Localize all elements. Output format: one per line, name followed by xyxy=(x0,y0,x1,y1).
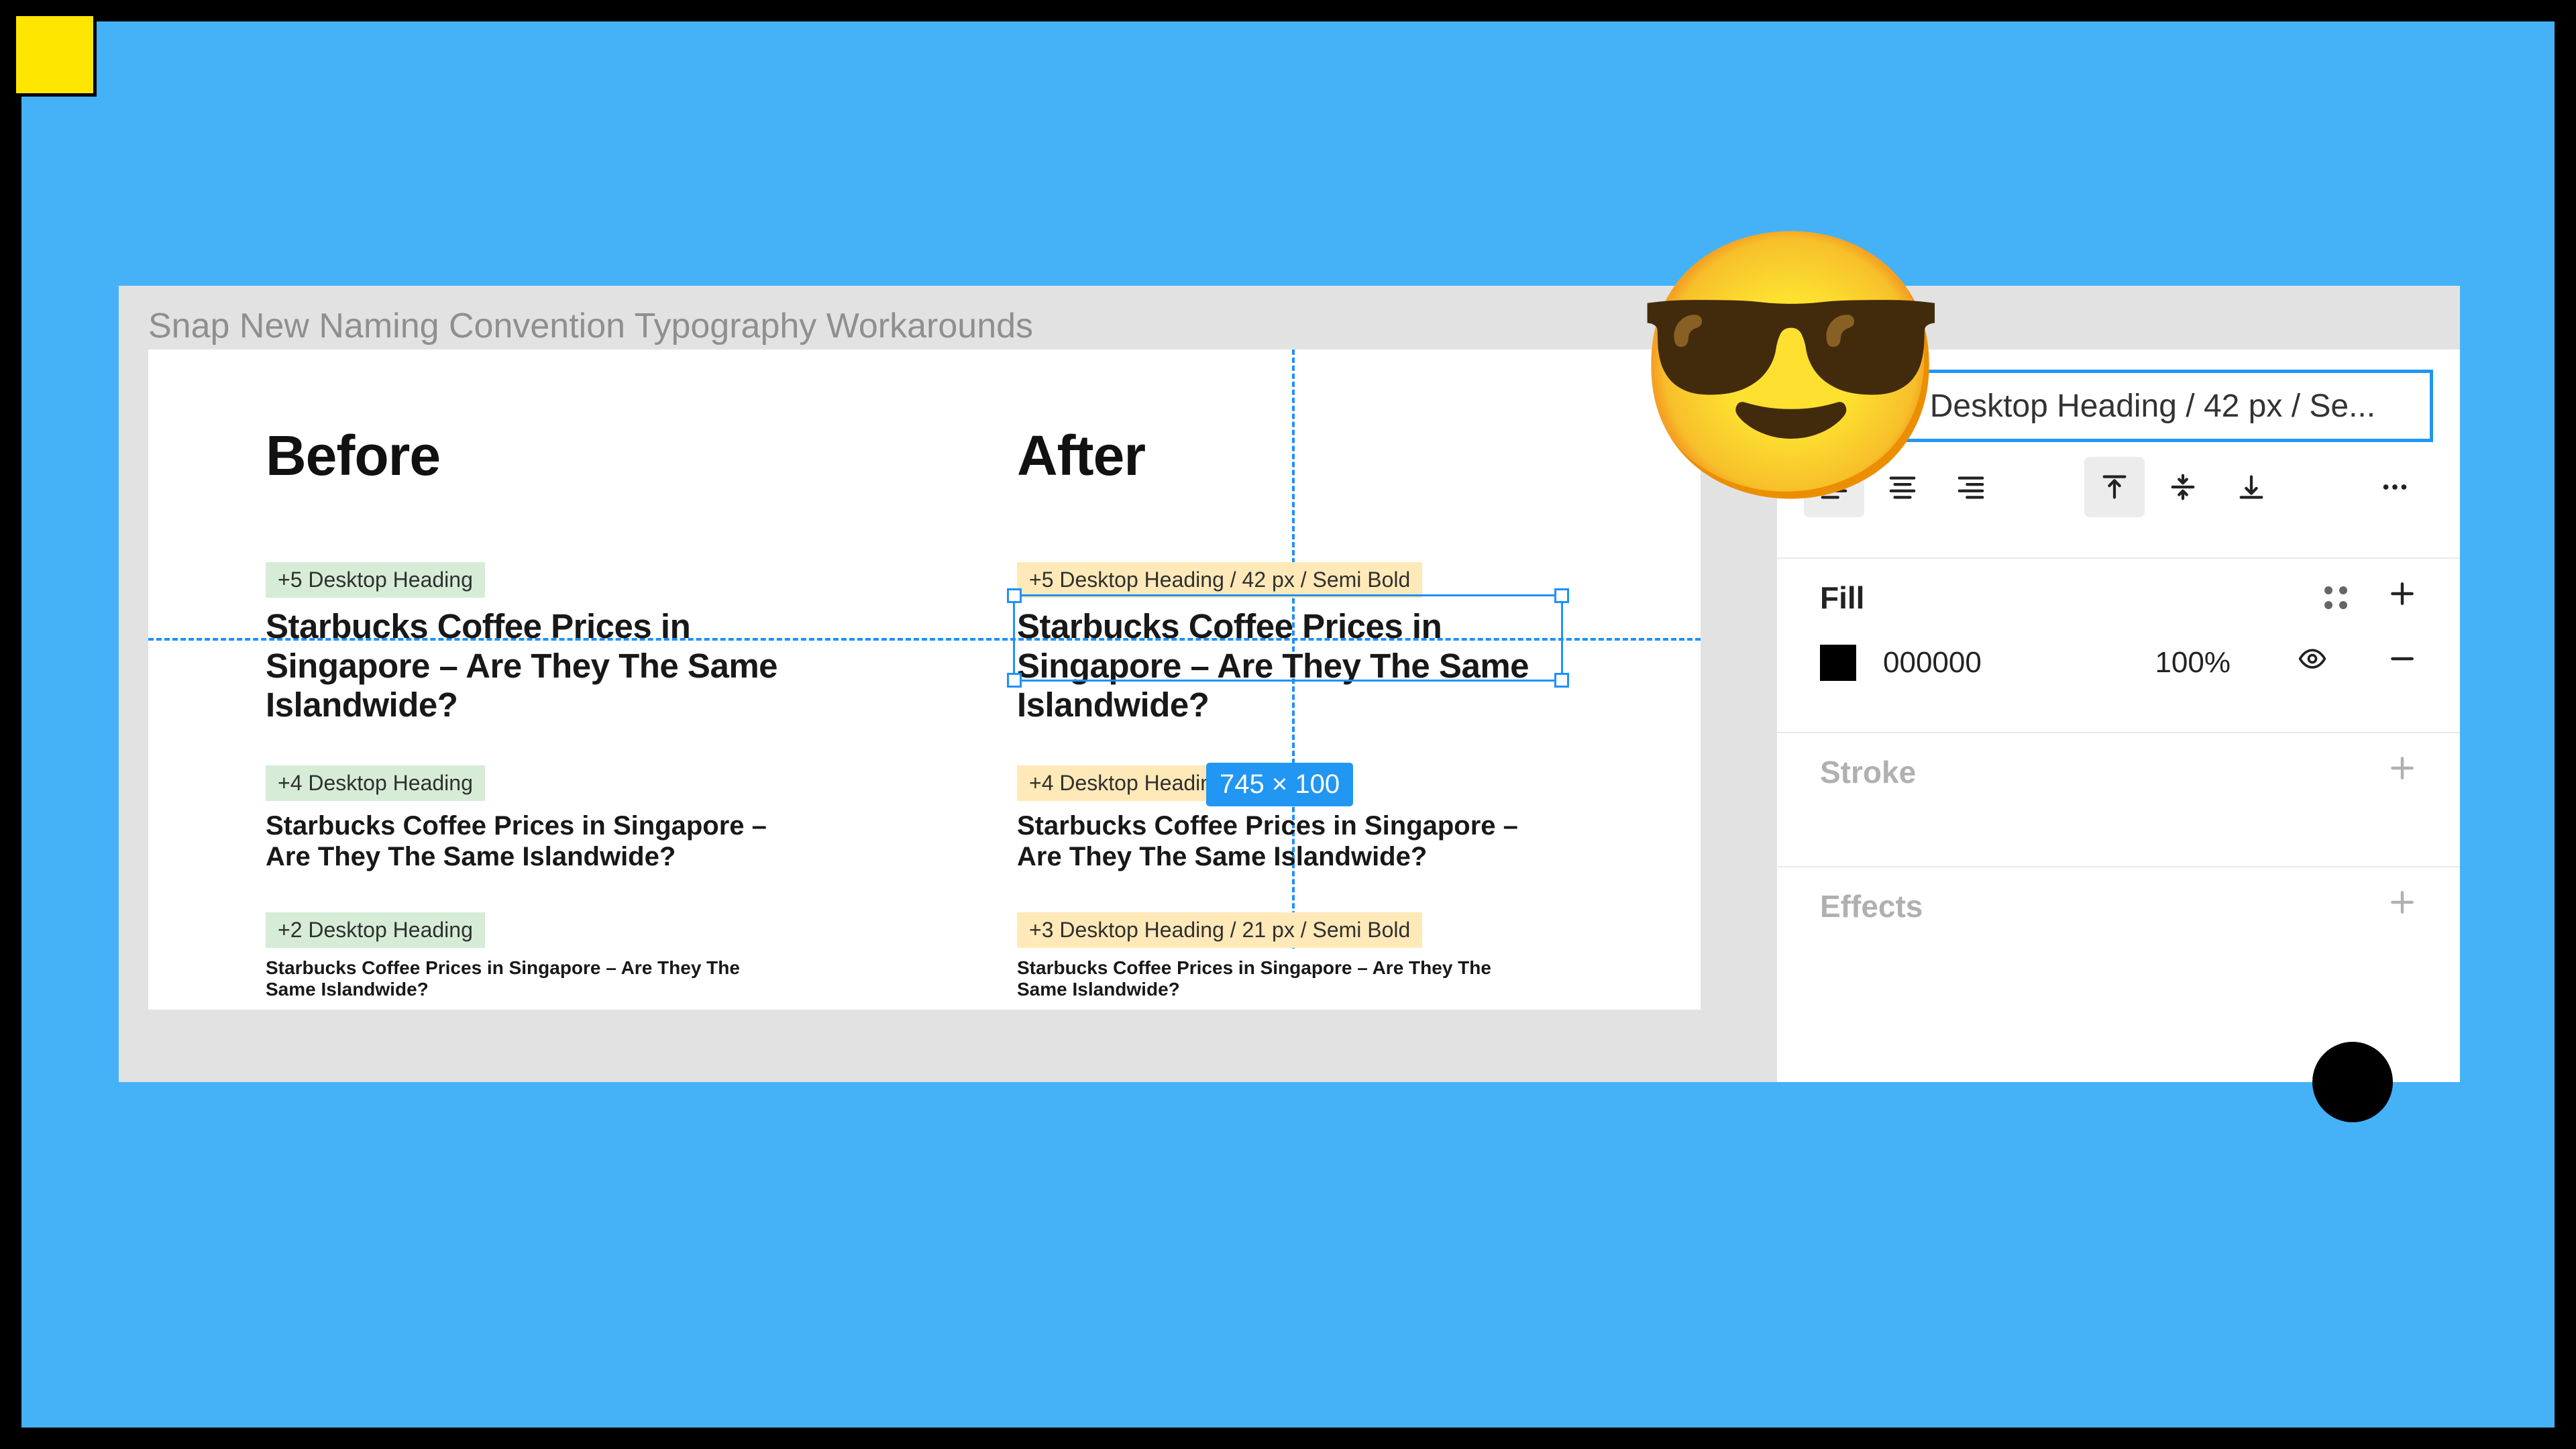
fill-row[interactable]: 000000 100% xyxy=(1820,644,2417,681)
column-heading-after: After xyxy=(1017,423,1688,488)
add-effect-button[interactable] xyxy=(2387,888,2417,924)
align-right-icon xyxy=(1955,472,1986,502)
column-after: After +5 Desktop Heading / 42 px / Semi … xyxy=(1017,423,1688,1040)
sample-text-h4-before[interactable]: Starbucks Coffee Prices in Singapore – A… xyxy=(266,810,802,872)
effects-section: Effects xyxy=(1777,866,2460,945)
stroke-section: Stroke xyxy=(1777,732,2460,810)
fill-section-label: Fill xyxy=(1820,580,1864,616)
sample-text-h3-before[interactable]: Starbucks Coffee Prices in Singapore – A… xyxy=(266,957,789,1000)
add-stroke-button[interactable] xyxy=(2387,753,2417,790)
style-tag-b4[interactable]: +4 Desktop Heading xyxy=(266,765,485,801)
selection-handle-tr[interactable] xyxy=(1554,588,1569,603)
vertical-align-middle-button[interactable] xyxy=(2153,457,2213,517)
selection-handle-tl[interactable] xyxy=(1007,588,1022,603)
effects-section-label: Effects xyxy=(1820,888,1923,924)
style-tag-b2[interactable]: +2 Desktop Heading xyxy=(266,912,485,948)
corner-accent-square xyxy=(16,16,97,97)
stroke-section-label: Stroke xyxy=(1820,754,1916,790)
style-tag-a3[interactable]: +3 Desktop Heading / 21 px / Semi Bold xyxy=(1017,912,1422,948)
style-tag-b5[interactable]: +5 Desktop Heading xyxy=(266,562,485,598)
fill-swatch[interactable] xyxy=(1820,645,1856,681)
selection-dimensions-badge: 745 × 100 xyxy=(1206,763,1353,806)
fill-section: Fill 000000 100% xyxy=(1777,557,2460,701)
style-grid-icon[interactable] xyxy=(2324,586,2347,609)
toggle-visibility-button[interactable] xyxy=(2298,644,2327,681)
valign-bottom-icon xyxy=(2236,472,2267,502)
selection-handle-br[interactable] xyxy=(1554,673,1569,688)
vertical-align-bottom-button[interactable] xyxy=(2221,457,2282,517)
fill-opacity-value[interactable]: 100% xyxy=(2155,646,2231,680)
fill-hex-value[interactable]: 000000 xyxy=(1883,646,1982,680)
sample-text-h5-before[interactable]: Starbucks Coffee Prices in Singapore – A… xyxy=(266,607,802,725)
frame-title[interactable]: Snap New Naming Convention Typography Wo… xyxy=(148,306,1033,346)
vertical-align-top-button[interactable] xyxy=(2084,457,2145,517)
sunglasses-emoji-sticker[interactable]: 😎 xyxy=(1628,235,1954,497)
type-options-button[interactable] xyxy=(2365,457,2425,517)
figma-editor-window: Snap New Naming Convention Typography Wo… xyxy=(119,286,2460,1082)
selection-handle-bl[interactable] xyxy=(1007,673,1022,688)
style-tag-a5[interactable]: +5 Desktop Heading / 42 px / Semi Bold xyxy=(1017,562,1422,598)
valign-top-icon xyxy=(2099,472,2130,502)
sample-text-h3-after[interactable]: Starbucks Coffee Prices in Singapore – A… xyxy=(1017,957,1540,1000)
add-fill-button[interactable] xyxy=(2387,579,2417,616)
column-heading-before: Before xyxy=(266,423,936,488)
valign-middle-icon xyxy=(2167,472,2198,502)
column-before: Before +5 Desktop Heading Starbucks Coff… xyxy=(266,423,936,1040)
remove-fill-button[interactable] xyxy=(2387,644,2417,681)
selection-outline[interactable] xyxy=(1013,594,1563,682)
text-style-name: +5 Desktop Heading / 42 px / Se... xyxy=(1884,388,2375,425)
design-canvas[interactable]: Before +5 Desktop Heading Starbucks Coff… xyxy=(148,350,1701,1010)
stage: Snap New Naming Convention Typography Wo… xyxy=(21,21,2555,1428)
sample-text-h4-after[interactable]: Starbucks Coffee Prices in Singapore – A… xyxy=(1017,810,1554,872)
more-horizontal-icon xyxy=(2379,472,2410,502)
floating-help-button[interactable] xyxy=(2312,1042,2393,1122)
